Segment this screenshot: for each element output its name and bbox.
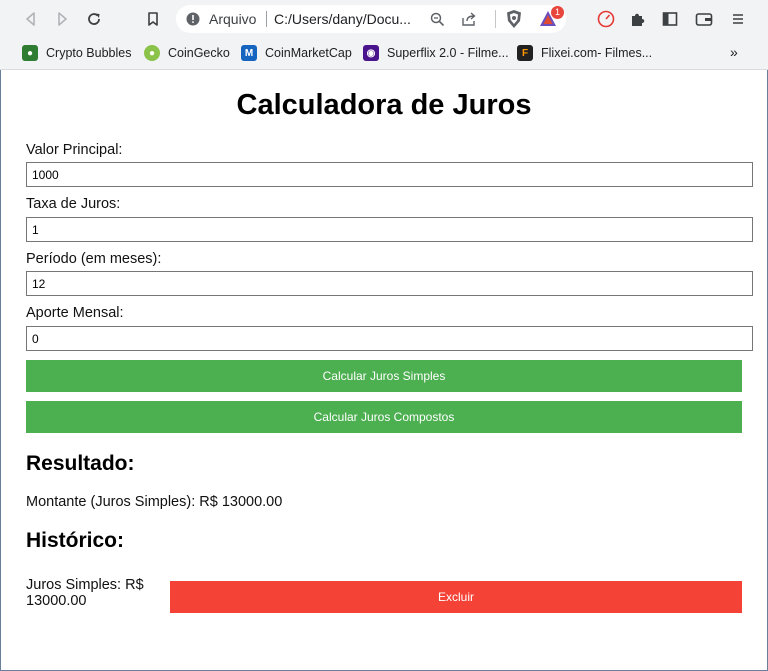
- bookmark-icon: [148, 12, 158, 26]
- principal-input[interactable]: [26, 162, 753, 187]
- share-icon[interactable]: [461, 12, 477, 27]
- bookmark-flixei[interactable]: F Flixei.com- Filmes...: [517, 43, 652, 63]
- crypto-bubbles-favicon-icon: ●: [22, 45, 38, 61]
- back-icon: [26, 12, 35, 26]
- bookmark-page-button[interactable]: [141, 7, 165, 31]
- bookmark-coingecko[interactable]: ● CoinGecko: [144, 43, 230, 63]
- reload-button[interactable]: [82, 7, 106, 31]
- coinmarketcap-favicon-icon: M: [241, 45, 257, 61]
- flixei-favicon-icon: F: [517, 45, 533, 61]
- interest-rate-label: Taxa de Juros:: [26, 196, 121, 212]
- zoom-icon[interactable]: [430, 12, 445, 27]
- menu-button[interactable]: [726, 7, 750, 31]
- period-input[interactable]: [26, 271, 753, 296]
- brave-shield-icon: [507, 10, 521, 28]
- bookmark-label: Flixei.com- Filmes...: [541, 46, 653, 60]
- notification-badge: 1: [551, 6, 564, 19]
- bookmark-label: CoinMarketCap: [265, 46, 352, 60]
- monthly-contribution-label: Aporte Mensal:: [26, 305, 124, 321]
- back-button[interactable]: [19, 7, 43, 31]
- principal-label: Valor Principal:: [26, 142, 123, 158]
- wallet-icon: [695, 13, 713, 26]
- extensions-button[interactable]: [626, 7, 650, 31]
- sidebar-icon: [662, 12, 678, 26]
- calculate-simple-button[interactable]: Calcular Juros Simples: [26, 360, 742, 392]
- result-heading: Resultado:: [26, 452, 135, 475]
- result-text: Montante (Juros Simples): R$ 13000.00: [26, 494, 283, 510]
- page-title: Calculadora de Juros: [236, 89, 532, 121]
- url-scheme-label: Arquivo: [209, 11, 257, 27]
- superflix-favicon-icon: ◉: [363, 45, 379, 61]
- reload-icon: [88, 13, 100, 25]
- more-bookmarks-icon[interactable]: »: [730, 44, 738, 60]
- forward-button[interactable]: [50, 7, 74, 31]
- page-content: Calculadora de Juros Valor Principal: Ta…: [0, 70, 768, 670]
- bookmark-label: CoinGecko: [168, 46, 230, 60]
- wallet-button[interactable]: [692, 7, 716, 31]
- brave-rewards-button[interactable]: 1: [537, 6, 564, 31]
- extension-speed-button[interactable]: [594, 7, 618, 31]
- url-text[interactable]: C:/Users/dany/Docu...: [274, 11, 411, 27]
- bookmark-superflix[interactable]: ◉ Superflix 2.0 - Filme...: [363, 43, 509, 63]
- bookmark-label: Superflix 2.0 - Filme...: [387, 46, 509, 60]
- puzzle-icon: [632, 13, 645, 26]
- history-item-text: Juros Simples: R$ 13000.00: [26, 577, 144, 609]
- delete-button[interactable]: Excluir: [170, 581, 742, 613]
- info-icon[interactable]: [186, 12, 200, 26]
- bookmark-label: Crypto Bubbles: [46, 46, 132, 60]
- hamburger-menu-icon: [733, 14, 743, 24]
- monthly-contribution-input[interactable]: [26, 326, 753, 351]
- bookmark-crypto-bubbles[interactable]: ● Crypto Bubbles: [22, 43, 131, 63]
- history-heading: Histórico:: [26, 529, 125, 552]
- bookmark-coinmarketcap[interactable]: M CoinMarketCap: [241, 43, 352, 63]
- bookmarks-bar: ● Crypto Bubbles ● CoinGecko M CoinMarke…: [0, 37, 768, 70]
- browser-toolbar: Arquivo C:/Users/dany/Docu... 1: [0, 0, 768, 37]
- period-label: Período (em meses):: [26, 251, 162, 267]
- interest-rate-input[interactable]: [26, 217, 753, 242]
- sidebar-button[interactable]: [658, 7, 682, 31]
- speedometer-icon: [597, 10, 615, 28]
- forward-icon: [58, 12, 67, 26]
- toolbar-divider: [495, 10, 496, 28]
- url-divider: [266, 11, 267, 27]
- calculate-compound-button[interactable]: Calcular Juros Compostos: [26, 401, 742, 433]
- brave-shields-button[interactable]: [502, 7, 526, 31]
- coingecko-favicon-icon: ●: [144, 45, 160, 61]
